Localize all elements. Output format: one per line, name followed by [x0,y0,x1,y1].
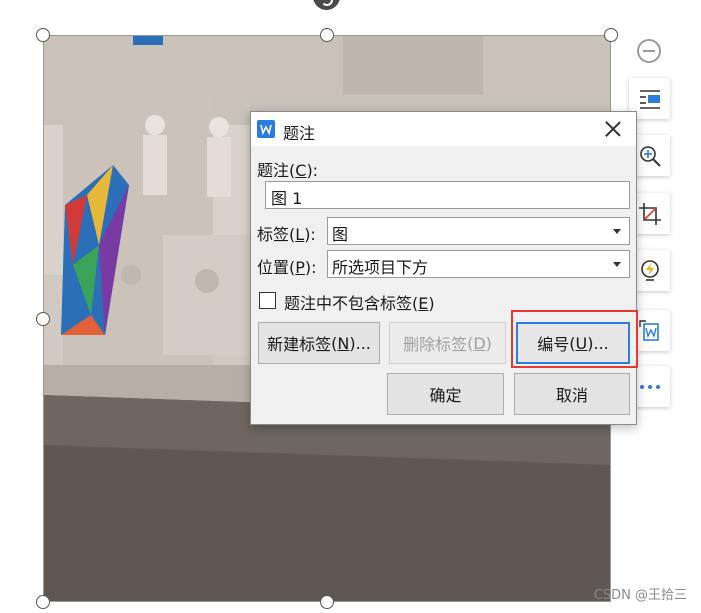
caption-dialog: 题注 题注(C): 图 1 标签(L): 图 位置(P): 所选项目下方 题注中… [250,111,637,425]
caption-input-value: 图 1 [271,189,303,208]
new-label-button[interactable]: 新建标签(N)... [258,322,380,364]
resize-handle-top-right[interactable] [604,28,618,42]
exclude-label-text: 题注中不包含标签(E) [284,294,435,313]
crop-icon [638,202,661,225]
wps-writer-icon [257,120,275,138]
close-icon[interactable] [604,120,622,138]
rotate-handle[interactable] [313,0,340,10]
tag-label: 标签(L): [257,225,316,244]
zoom-in-icon [639,145,661,167]
resize-handle-bottom-left[interactable] [36,595,50,609]
idea-icon [640,259,659,281]
image-to-doc-icon [638,319,659,341]
ok-button[interactable]: 确定 [387,373,504,415]
cancel-button[interactable]: 取消 [514,373,630,415]
dialog-title: 题注 [283,124,316,143]
wrap-text-icon [639,89,660,109]
position-select-value: 所选项目下方 [332,258,429,277]
zoom-out-icon[interactable] [637,39,661,63]
annotation-highlight-box [511,310,638,368]
tag-select-value: 图 [332,225,349,244]
position-label: 位置(P): [257,258,317,277]
more-icon [639,384,660,389]
chevron-down-icon [613,229,621,234]
tag-select[interactable]: 图 [327,217,630,245]
resize-handle-top[interactable] [320,28,334,42]
exclude-label-checkbox[interactable] [259,292,276,309]
delete-label-button[interactable]: 删除标签(D) [389,322,506,364]
caption-label: 题注(C): [257,161,319,180]
dialog-titlebar[interactable]: 题注 [251,112,636,146]
position-select[interactable]: 所选项目下方 [327,250,630,278]
watermark: CSDN @王拾三 [593,588,687,603]
chevron-down-icon [613,262,621,267]
resize-handle-top-left[interactable] [36,28,50,42]
resize-handle-left[interactable] [36,312,50,326]
caption-input[interactable]: 图 1 [265,181,630,209]
resize-handle-bottom[interactable] [320,595,334,609]
